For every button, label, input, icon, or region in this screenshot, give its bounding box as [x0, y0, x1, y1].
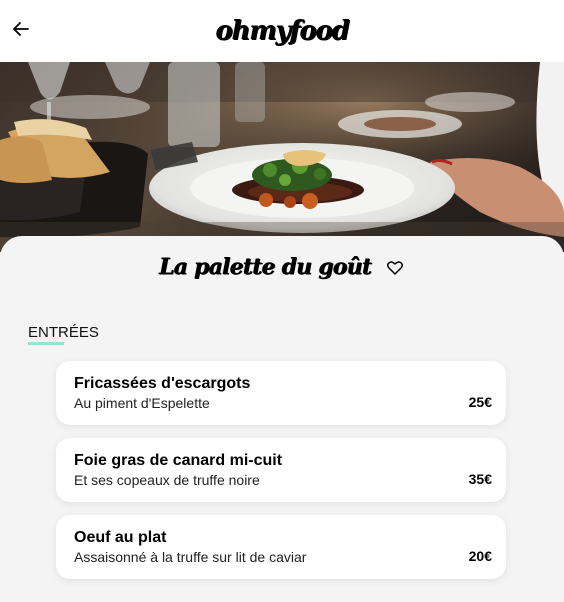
favorite-button[interactable] — [385, 258, 405, 278]
section-title-entrees: ENTRÉES — [28, 324, 99, 341]
arrow-left-icon — [13, 22, 29, 36]
restaurant-title-row: La palette du goût — [0, 254, 564, 280]
menu-item-card[interactable]: Fricassées d'escargots Au piment d'Espel… — [56, 361, 506, 425]
restaurant-panel: La palette du goût ENTRÉES Fricassées d'… — [0, 236, 564, 602]
dish-name: Foie gras de canard mi-cuit — [74, 452, 283, 469]
dish-name: Oeuf au plat — [74, 529, 167, 546]
heart-outline-icon — [387, 261, 404, 275]
app-logo[interactable]: ohmyfood — [215, 16, 350, 46]
section-underline — [28, 342, 64, 345]
dish-description: Au piment d'Espelette — [74, 395, 210, 411]
app-header: ohmyfood — [0, 0, 564, 62]
menu-item-card[interactable]: Foie gras de canard mi-cuit Et ses copea… — [56, 438, 506, 502]
dish-name: Fricassées d'escargots — [74, 375, 251, 392]
dish-price: 35€ — [468, 471, 492, 487]
restaurant-name: La palette du goût — [158, 254, 372, 280]
back-button[interactable] — [10, 18, 32, 40]
dish-price: 20€ — [468, 548, 492, 564]
hero-image — [0, 62, 564, 252]
dish-price: 25€ — [468, 394, 492, 410]
dish-description: Et ses copeaux de truffe noire — [74, 472, 260, 488]
restaurant-dish-photo — [0, 62, 564, 252]
dish-description: Assaisonné à la truffe sur lit de caviar — [74, 549, 307, 565]
menu-item-card[interactable]: Oeuf au plat Assaisonné à la truffe sur … — [56, 515, 506, 579]
